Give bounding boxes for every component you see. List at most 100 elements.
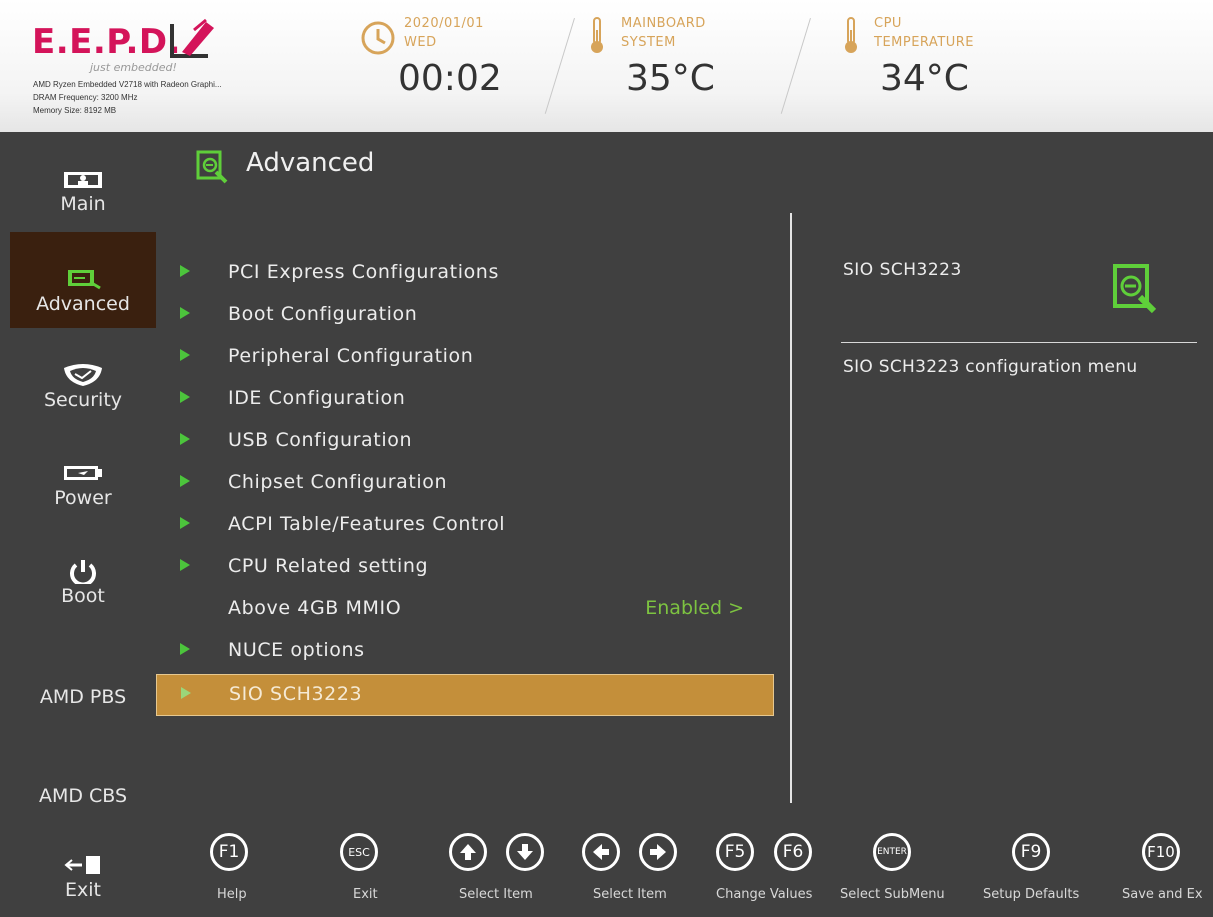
sidebar-item-boot[interactable]: Boot (10, 558, 156, 624)
memory-info: Memory Size: 8192 MB (33, 106, 117, 115)
exit-icon (64, 856, 100, 874)
sidebar-item-label: Advanced (36, 293, 130, 315)
arrow-left-icon[interactable] (582, 833, 620, 871)
sidebar-item-label: Power (54, 487, 112, 509)
sidebar-item-advanced[interactable]: Advanced (10, 232, 156, 328)
time-text: 00:02 (398, 58, 502, 99)
change-values-label: Change Values (716, 887, 813, 902)
esc-key-icon[interactable]: ESC (340, 833, 378, 871)
arrow-down-icon[interactable] (506, 833, 544, 871)
panel-divider (790, 213, 792, 803)
menu-item-label: Boot Configuration (228, 303, 418, 325)
submenu-arrow-icon (180, 433, 190, 445)
sidebar-item-power[interactable]: Power (10, 460, 156, 526)
menu-item-above-4gb-mmio[interactable]: Above 4GB MMIO Enabled > (156, 589, 774, 631)
monitor-icon (64, 172, 102, 188)
f10-key-icon[interactable]: F10 (1142, 833, 1180, 871)
advanced-icon (1113, 264, 1157, 314)
help-title: SIO SCH3223 (843, 260, 962, 280)
submenu-arrow-icon (180, 475, 190, 487)
shield-icon (64, 364, 102, 386)
menu-item-pci-express[interactable]: PCI Express Configurations (156, 253, 774, 295)
sidebar-item-label: AMD CBS (38, 785, 128, 807)
submenu-arrow-icon (180, 349, 190, 361)
help-key-label: Help (217, 887, 247, 902)
help-separator (841, 342, 1197, 343)
submenu-arrow-icon (180, 517, 190, 529)
cpu-label: CPU (874, 16, 902, 31)
menu-item-label: Chipset Configuration (228, 471, 448, 493)
dram-info: DRAM Frequency: 3200 MHz (33, 93, 138, 102)
header-divider (544, 18, 575, 114)
sidebar-item-label: Exit (65, 879, 101, 901)
select-item-label: Select Item (593, 887, 667, 902)
enter-key-icon[interactable]: ENTER (873, 833, 911, 871)
menu-item-boot-configuration[interactable]: Boot Configuration (156, 295, 774, 337)
cpu-temp: 34°C (880, 58, 969, 99)
mmio-value[interactable]: Enabled > (645, 597, 744, 619)
submenu-arrow-icon (180, 265, 190, 277)
header-bar: E.E.P.D. just embedded! AMD Ryzen Embedd… (0, 0, 1213, 132)
brand-tagline: just embedded! (90, 61, 177, 74)
menu-item-label: PCI Express Configurations (228, 261, 499, 283)
menu-item-nuce-options[interactable]: NUCE options (156, 631, 774, 673)
menu-item-label: ACPI Table/Features Control (228, 513, 506, 535)
sidebar-item-amd-cbs[interactable]: AMD CBS (10, 785, 156, 815)
logo-mark-icon (170, 18, 214, 58)
sidebar-item-label: Boot (61, 585, 105, 607)
mainboard-temp: 35°C (626, 58, 715, 99)
thermometer-icon (591, 17, 603, 53)
battery-icon (64, 466, 102, 480)
save-and-exit-label: Save and Ex (1122, 887, 1203, 902)
date-text: 2020/01/01 (404, 16, 484, 31)
header-divider (780, 18, 811, 114)
menu-item-label: Peripheral Configuration (228, 345, 474, 367)
advanced-icon (68, 270, 101, 290)
sidebar-item-label: AMD PBS (39, 686, 127, 708)
f6-key-icon[interactable]: F6 (774, 833, 812, 871)
sidebar-item-exit[interactable]: Exit (10, 852, 156, 912)
thermometer-icon (845, 17, 857, 53)
submenu-arrow-icon (181, 687, 191, 699)
submenu-arrow-icon (180, 559, 190, 571)
submenu-arrow-icon (180, 391, 190, 403)
menu-item-cpu-related[interactable]: CPU Related setting (156, 547, 774, 589)
sidebar-item-main[interactable]: Main (10, 166, 156, 232)
temperature-label: TEMPERATURE (874, 35, 975, 50)
menu-item-label: IDE Configuration (228, 387, 406, 409)
f9-key-icon[interactable]: F9 (1012, 833, 1050, 871)
brand-logo: E.E.P.D. (32, 22, 182, 62)
setup-defaults-label: Setup Defaults (983, 887, 1080, 902)
cpu-info: AMD Ryzen Embedded V2718 with Radeon Gra… (33, 80, 222, 89)
arrow-right-icon[interactable] (639, 833, 677, 871)
menu-item-chipset-configuration[interactable]: Chipset Configuration (156, 463, 774, 505)
advanced-icon (196, 150, 228, 184)
power-icon (70, 560, 96, 584)
mainboard-label: MAINBOARD (621, 16, 706, 31)
menu-item-label: SIO SCH3223 (229, 683, 363, 705)
menu-item-acpi-table[interactable]: ACPI Table/Features Control (156, 505, 774, 547)
menu-item-peripheral-configuration[interactable]: Peripheral Configuration (156, 337, 774, 379)
sidebar-item-security[interactable]: Security (10, 362, 156, 428)
arrow-up-icon[interactable] (449, 833, 487, 871)
select-item-label: Select Item (459, 887, 533, 902)
menu-item-label: Above 4GB MMIO (228, 597, 402, 619)
sidebar-item-amd-pbs[interactable]: AMD PBS (10, 686, 156, 716)
f5-key-icon[interactable]: F5 (716, 833, 754, 871)
help-description: SIO SCH3223 configuration menu (843, 357, 1138, 377)
submenu-arrow-icon (180, 643, 190, 655)
system-label: SYSTEM (621, 35, 676, 50)
menu-item-label: CPU Related setting (228, 555, 429, 577)
exit-key-label: Exit (353, 887, 378, 902)
page-title: Advanced (246, 148, 375, 178)
menu-item-usb-configuration[interactable]: USB Configuration (156, 421, 774, 463)
submenu-arrow-icon (180, 307, 190, 319)
menu-item-sio-sch3223[interactable]: SIO SCH3223 (156, 674, 774, 716)
menu-item-ide-configuration[interactable]: IDE Configuration (156, 379, 774, 421)
weekday-text: WED (404, 35, 437, 50)
sidebar-item-label: Security (43, 389, 123, 411)
menu-item-label: NUCE options (228, 639, 365, 661)
f1-key-icon[interactable]: F1 (210, 833, 248, 871)
sidebar-item-label: Main (60, 193, 106, 215)
clock-icon (361, 21, 395, 55)
